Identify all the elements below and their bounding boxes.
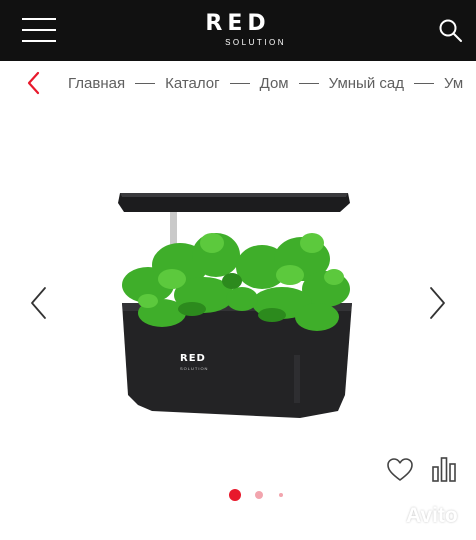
- slide-dot[interactable]: [279, 493, 283, 497]
- top-bar: RED SOLUTION: [0, 0, 476, 61]
- breadcrumb-separator: [135, 82, 156, 84]
- breadcrumb-item-smart-garden[interactable]: Умный сад: [329, 75, 404, 92]
- menu-line: [22, 29, 56, 31]
- logo-sub-text: SOLUTION: [225, 38, 286, 47]
- chevron-left-icon[interactable]: [24, 71, 46, 95]
- watermark-text: Avito: [406, 504, 458, 527]
- product-gallery: RED SOLUTION Avito: [0, 105, 476, 540]
- product-image[interactable]: RED SOLUTION: [112, 185, 362, 425]
- menu-line: [22, 40, 56, 42]
- breadcrumb-separator: [413, 82, 434, 84]
- product-brand-label: RED: [180, 353, 206, 364]
- breadcrumb-item-catalog[interactable]: Каталог: [165, 75, 220, 92]
- avito-watermark: Avito: [370, 501, 470, 531]
- product-brand-sublabel: SOLUTION: [180, 366, 209, 371]
- brand-logo[interactable]: RED SOLUTION: [188, 12, 288, 48]
- slide-dot-active[interactable]: [229, 489, 241, 501]
- breadcrumb-item-home[interactable]: Главная: [68, 75, 125, 92]
- chevron-left-icon[interactable]: [28, 286, 50, 320]
- slide-dot[interactable]: [255, 491, 263, 499]
- breadcrumb-item-truncated[interactable]: Ум: [444, 75, 463, 92]
- breadcrumb: Главная Каталог Дом Умный сад Ум: [0, 61, 476, 105]
- search-icon[interactable]: [438, 18, 464, 44]
- breadcrumb-separator: [298, 82, 319, 84]
- slide-indicator: [229, 489, 289, 503]
- avito-logo-icon: [373, 504, 399, 528]
- breadcrumb-item-home-category[interactable]: Дом: [260, 75, 289, 92]
- bar-chart-icon[interactable]: [431, 455, 457, 483]
- heart-icon[interactable]: [386, 457, 414, 483]
- logo-main-text: RED: [205, 11, 271, 36]
- breadcrumb-list: Главная Каталог Дом Умный сад Ум: [68, 61, 463, 105]
- menu-line: [22, 18, 56, 20]
- chevron-right-icon[interactable]: [426, 286, 448, 320]
- breadcrumb-separator: [229, 82, 250, 84]
- hamburger-menu-icon[interactable]: [22, 18, 56, 42]
